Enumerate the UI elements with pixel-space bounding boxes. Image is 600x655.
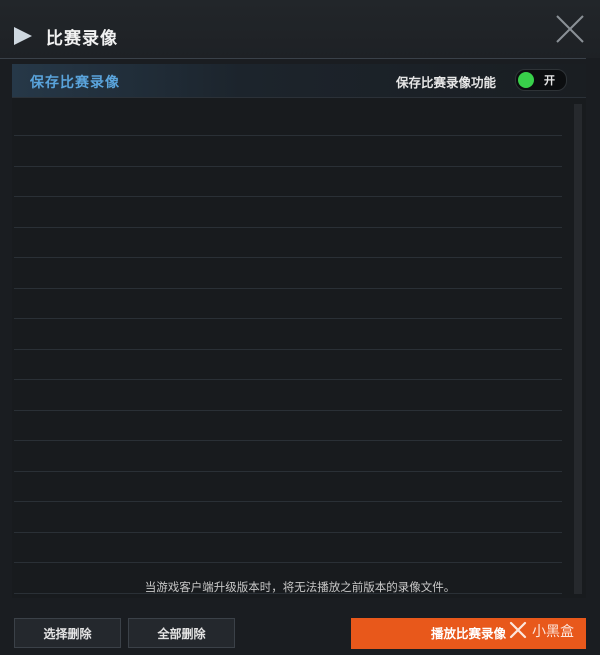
save-replay-toggle-label: 保存比赛录像功能 [396,75,497,90]
toggle-knob [518,72,534,88]
panel-header: 保存比赛录像 保存比赛录像功能 开 [12,64,586,98]
replay-list-row[interactable] [14,410,562,441]
window-title: 比赛录像 [46,29,118,49]
save-replay-toggle[interactable]: 开 [515,69,567,91]
replay-list-row[interactable] [14,105,562,136]
title-bar: 比赛录像 [0,0,600,58]
replay-list-row[interactable] [14,441,562,472]
replay-list-row[interactable] [14,471,562,502]
replay-list-row[interactable] [14,288,562,319]
toggle-state-text: 开 [544,74,555,87]
replay-list-row[interactable] [14,136,562,167]
replay-list-row[interactable] [14,532,562,563]
title-divider [0,58,586,59]
watermark-text: 小黑盒 [532,624,574,640]
version-notice: 当游戏客户端升级版本时，将无法播放之前版本的录像文件。 [144,580,456,594]
replay-list-row[interactable] [14,380,562,411]
replay-list-row[interactable] [14,227,562,258]
delete-all-button[interactable]: 全部删除 [128,618,235,648]
xiaoheihe-logo-icon [509,621,527,639]
replay-list-row[interactable] [14,197,562,228]
replay-panel: 保存比赛录像 保存比赛录像功能 开 [12,64,586,598]
play-triangle-icon [14,27,32,45]
select-delete-button[interactable]: 选择删除 [14,618,121,648]
replay-list-row[interactable] [14,319,562,350]
panel-title: 保存比赛录像 [30,75,120,91]
replay-list-row[interactable] [14,502,562,533]
replay-list-row[interactable] [14,166,562,197]
list-scrollbar[interactable] [574,104,582,594]
close-x-icon[interactable] [553,12,587,46]
replay-list-row[interactable] [14,349,562,380]
watermark: 小黑盒 [508,616,598,646]
replay-list-row[interactable] [14,258,562,289]
